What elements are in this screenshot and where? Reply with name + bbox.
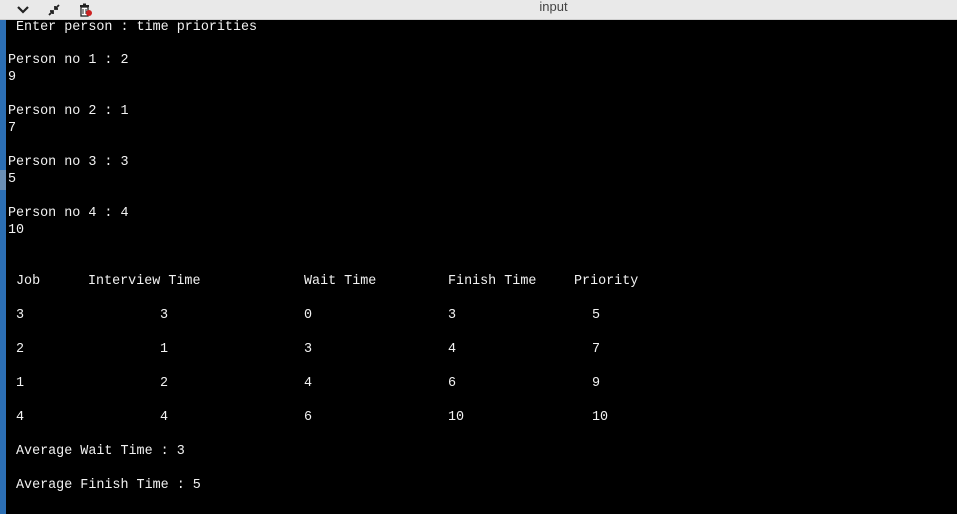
table-row-1-job: 3 <box>16 308 25 323</box>
table-row-2-interview: 1 <box>160 342 169 357</box>
table-row-3-interview: 2 <box>160 376 169 391</box>
table-row-1-priority: 5 <box>592 308 601 323</box>
header-wait-time: Wait Time <box>304 274 377 289</box>
average-finish-time: Average Finish Time : 5 <box>16 478 201 493</box>
average-wait-time: Average Wait Time : 3 <box>16 444 185 459</box>
person-1-label: Person no 1 : 2 <box>8 53 129 68</box>
person-4-label: Person no 4 : 4 <box>8 206 129 221</box>
table-row-2-job: 2 <box>16 342 25 357</box>
prompt-line: Enter person : time priorities <box>16 20 258 35</box>
header-finish-time: Finish Time <box>448 274 537 289</box>
table-row-1-finish: 3 <box>448 308 457 323</box>
header-interview-time: Interview Time <box>88 274 201 289</box>
table-row-1-interview: 3 <box>160 308 169 323</box>
left-edge-marker <box>0 170 6 190</box>
table-row-3-finish: 6 <box>448 376 457 391</box>
table-row-4-job: 4 <box>16 410 25 425</box>
table-row-4-finish: 10 <box>448 410 465 425</box>
window-titlebar: input <box>0 0 957 20</box>
table-row-2-priority: 7 <box>592 342 601 357</box>
table-row-4-wait: 6 <box>304 410 313 425</box>
window-title: input <box>539 0 568 14</box>
person-1-value: 9 <box>8 70 17 85</box>
table-row-2-finish: 4 <box>448 342 457 357</box>
console-output[interactable]: Enter person : time priorities Person no… <box>0 20 957 514</box>
chevron-down-icon[interactable] <box>12 1 34 18</box>
person-2-value: 7 <box>8 121 17 136</box>
table-row-4-interview: 4 <box>160 410 169 425</box>
person-3-label: Person no 3 : 3 <box>8 155 129 170</box>
person-3-value: 5 <box>8 172 17 187</box>
left-edge-strip <box>0 20 6 514</box>
table-row-1-wait: 0 <box>304 308 313 323</box>
table-row-3-job: 1 <box>16 376 25 391</box>
header-priority: Priority <box>574 274 639 289</box>
table-row-3-priority: 9 <box>592 376 601 391</box>
header-job: Job <box>16 274 41 289</box>
table-row-2-wait: 3 <box>304 342 313 357</box>
table-row-3-wait: 4 <box>304 376 313 391</box>
shrink-icon[interactable] <box>43 1 65 18</box>
table-row-4-priority: 10 <box>592 410 609 425</box>
person-4-value: 10 <box>8 223 25 238</box>
person-2-label: Person no 2 : 1 <box>8 104 129 119</box>
